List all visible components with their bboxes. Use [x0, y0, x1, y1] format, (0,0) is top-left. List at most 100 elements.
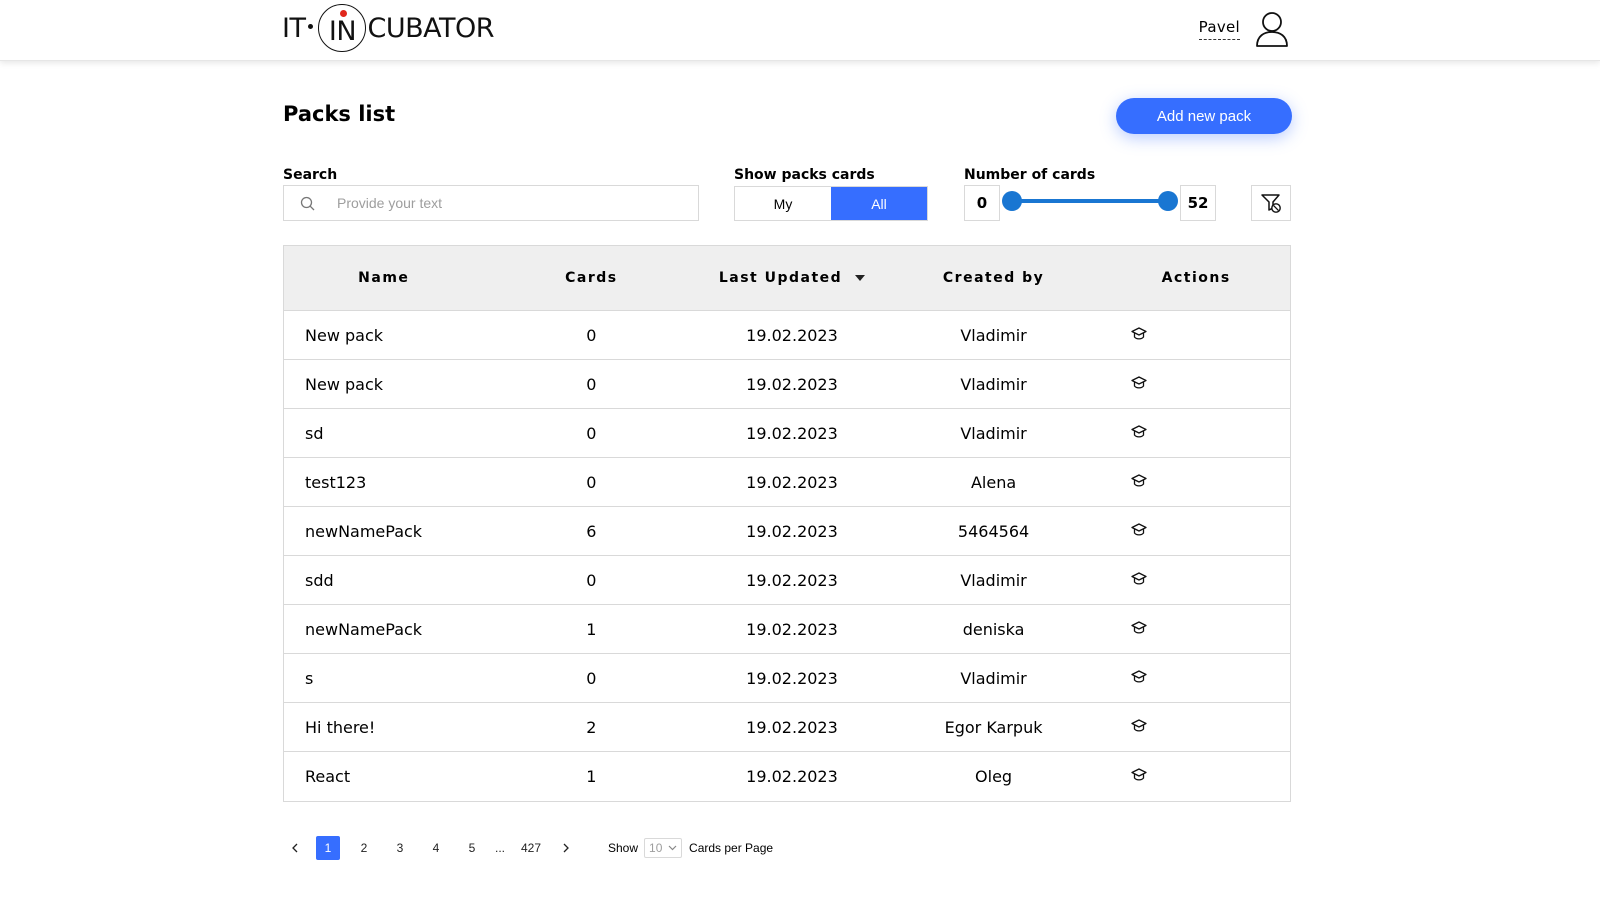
logo-text-in: IN [328, 15, 357, 47]
packs-table: Name Cards Last Updated Created by Actio… [283, 245, 1291, 802]
cell-last-updated: 19.02.2023 [746, 717, 838, 737]
logo[interactable]: IT IN CUBATOR [282, 3, 494, 53]
show-packs-label: Show packs cards [734, 167, 875, 183]
cell-cards: 0 [586, 423, 597, 443]
cell-actions [1102, 473, 1290, 492]
add-new-pack-button[interactable]: Add new pack [1116, 98, 1292, 134]
table-body: New pack 0 19.02.2023 Vladimir New pack 0 19.0… [284, 311, 1290, 801]
toggle-my-button[interactable]: My [735, 187, 831, 220]
table-header: Name Cards Last Updated Created by Actio… [284, 246, 1290, 311]
min-cards-value[interactable]: 0 [964, 185, 1000, 221]
learn-cap-icon[interactable] [1131, 522, 1147, 537]
user-name[interactable]: Pavel [1198, 18, 1240, 40]
cell-actions [1102, 620, 1290, 639]
learn-cap-icon[interactable] [1131, 571, 1147, 586]
cell-last-updated: 19.02.2023 [746, 472, 838, 492]
user-menu[interactable]: Pavel [1198, 10, 1290, 48]
logo-text-it: IT [282, 12, 306, 44]
prev-page-button[interactable] [283, 836, 307, 860]
table-row[interactable]: sdd 0 19.02.2023 Vladimir [284, 556, 1290, 605]
cell-created-by: 5464564 [957, 521, 1030, 541]
range-thumb-min[interactable] [1002, 191, 1022, 211]
cell-last-updated: 19.02.2023 [746, 325, 838, 345]
show-packs-toggle[interactable]: My All [734, 186, 928, 221]
cell-last-updated: 19.02.2023 [746, 570, 838, 590]
learn-cap-icon[interactable] [1131, 669, 1147, 684]
search-label: Search [283, 167, 338, 183]
cell-name: test123 [305, 472, 367, 492]
cell-actions [1102, 375, 1290, 394]
cell-actions [1102, 424, 1290, 443]
cell-name: newNamePack [305, 619, 423, 639]
app-header: IT IN CUBATOR Pavel [0, 0, 1600, 61]
cell-actions [1102, 718, 1290, 737]
table-row[interactable]: test123 0 19.02.2023 Alena [284, 458, 1290, 507]
cell-actions [1102, 669, 1290, 688]
cell-last-updated: 19.02.2023 [746, 423, 838, 443]
page-2-button[interactable]: 2 [352, 836, 376, 860]
cell-name: New pack [305, 325, 384, 345]
clear-filters-button[interactable] [1251, 185, 1291, 221]
per-page-select[interactable]: 10 [644, 838, 683, 858]
cell-last-updated: 19.02.2023 [746, 668, 838, 688]
learn-cap-icon[interactable] [1131, 620, 1147, 635]
cell-last-updated: 19.02.2023 [746, 619, 838, 639]
cell-cards: 0 [586, 472, 597, 492]
table-row[interactable]: sd 0 19.02.2023 Vladimir [284, 409, 1290, 458]
page-3-button[interactable]: 3 [388, 836, 412, 860]
page-title: Packs list [283, 102, 396, 126]
cell-cards: 0 [586, 374, 597, 394]
cell-created-by: Egor Karpuk [944, 717, 1043, 737]
learn-cap-icon[interactable] [1131, 768, 1147, 782]
table-row[interactable]: newNamePack 6 19.02.2023 5464564 [284, 507, 1290, 556]
sort-down-icon[interactable] [855, 275, 866, 281]
learn-cap-icon[interactable] [1131, 473, 1147, 488]
user-avatar-icon[interactable] [1254, 10, 1290, 48]
search-icon [300, 196, 315, 210]
column-created-by[interactable]: Created by [885, 270, 1103, 286]
column-name[interactable]: Name [284, 270, 484, 286]
cell-last-updated: 19.02.2023 [746, 521, 838, 541]
cell-name: Hi there! [305, 717, 376, 737]
logo-text-cubator: CUBATOR [367, 12, 494, 44]
table-row[interactable]: Hi there! 2 19.02.2023 Egor Karpuk [284, 703, 1290, 752]
cell-created-by: Vladimir [960, 668, 1027, 688]
table-row[interactable]: s 0 19.02.2023 Vladimir [284, 654, 1290, 703]
pages-ellipsis[interactable]: ... [484, 836, 516, 860]
cell-name: New pack [305, 374, 384, 394]
range-thumb-max[interactable] [1158, 191, 1178, 211]
logo-dot [308, 23, 314, 29]
chevron-left-icon [292, 843, 298, 853]
learn-cap-icon[interactable] [1131, 326, 1147, 341]
max-cards-value[interactable]: 52 [1180, 185, 1216, 221]
number-of-cards-label: Number of cards [964, 167, 1096, 183]
table-row[interactable]: New pack 0 19.02.2023 Vladimir [284, 360, 1290, 409]
table-row[interactable]: React 1 19.02.2023 Oleg [284, 752, 1290, 801]
search-field[interactable] [283, 185, 699, 221]
search-input[interactable] [337, 195, 667, 211]
next-page-button[interactable] [554, 836, 578, 860]
learn-cap-icon[interactable] [1131, 718, 1147, 733]
page-427-button[interactable]: 427 [516, 836, 546, 860]
cell-actions [1102, 767, 1290, 786]
column-last-updated[interactable]: Last Updated [699, 270, 885, 286]
cell-cards: 2 [586, 717, 597, 737]
cell-name: sdd [305, 570, 334, 590]
cell-created-by: Alena [970, 472, 1017, 492]
page-5-button[interactable]: 5 [460, 836, 484, 860]
page-1-button[interactable]: 1 [316, 836, 340, 860]
cell-created-by: Vladimir [960, 570, 1027, 590]
learn-cap-icon[interactable] [1131, 424, 1147, 439]
table-row[interactable]: newNamePack 1 19.02.2023 deniska [284, 605, 1290, 654]
column-cards[interactable]: Cards [484, 270, 700, 286]
learn-cap-icon[interactable] [1131, 375, 1147, 390]
cell-last-updated: 19.02.2023 [746, 767, 838, 786]
table-row[interactable]: New pack 0 19.02.2023 Vladimir [284, 311, 1290, 360]
cell-cards: 1 [586, 619, 597, 639]
per-page-suffix: Cards per Page [689, 841, 774, 855]
toggle-all-button[interactable]: All [831, 187, 927, 220]
cards-range-track[interactable] [1012, 199, 1168, 203]
page-4-button[interactable]: 4 [424, 836, 448, 860]
column-actions: Actions [1161, 270, 1231, 286]
cell-name: React [305, 767, 351, 786]
